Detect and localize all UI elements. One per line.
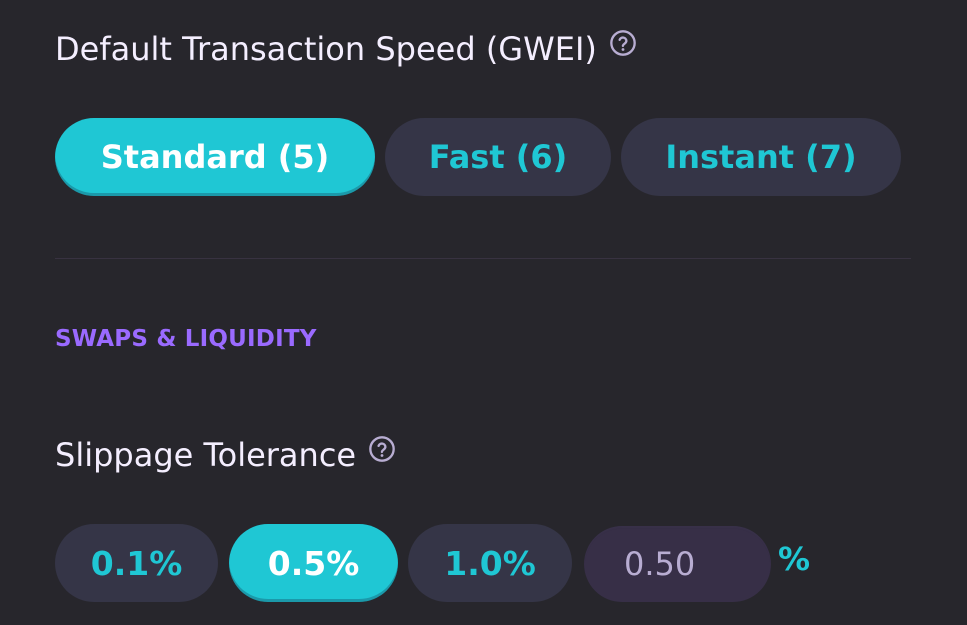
- swaps-liquidity-section-label: SWAPS & LIQUIDITY: [55, 326, 317, 352]
- settings-panel: Default Transaction Speed (GWEI) Standar…: [0, 0, 967, 625]
- slippage-option-1-0-button[interactable]: 1.0%: [408, 524, 572, 602]
- speed-option-standard-button[interactable]: Standard (5): [55, 118, 375, 196]
- slippage-tolerance-title: Slippage Tolerance: [55, 436, 357, 474]
- custom-slippage-input[interactable]: [584, 526, 771, 602]
- slippage-option-0-1-button[interactable]: 0.1%: [55, 524, 218, 602]
- slippage-option-0-5-button[interactable]: 0.5%: [229, 524, 398, 602]
- speed-option-instant-button[interactable]: Instant (7): [621, 118, 901, 196]
- section-divider: [55, 258, 911, 259]
- question-circle-icon[interactable]: [368, 435, 396, 463]
- transaction-speed-title: Default Transaction Speed (GWEI): [55, 30, 597, 68]
- transaction-speed-heading: Default Transaction Speed (GWEI): [55, 26, 637, 72]
- slippage-percent-unit: %: [778, 540, 811, 578]
- question-circle-icon[interactable]: [609, 29, 637, 57]
- slippage-tolerance-heading: Slippage Tolerance: [55, 430, 396, 480]
- speed-option-fast-button[interactable]: Fast (6): [385, 118, 611, 196]
